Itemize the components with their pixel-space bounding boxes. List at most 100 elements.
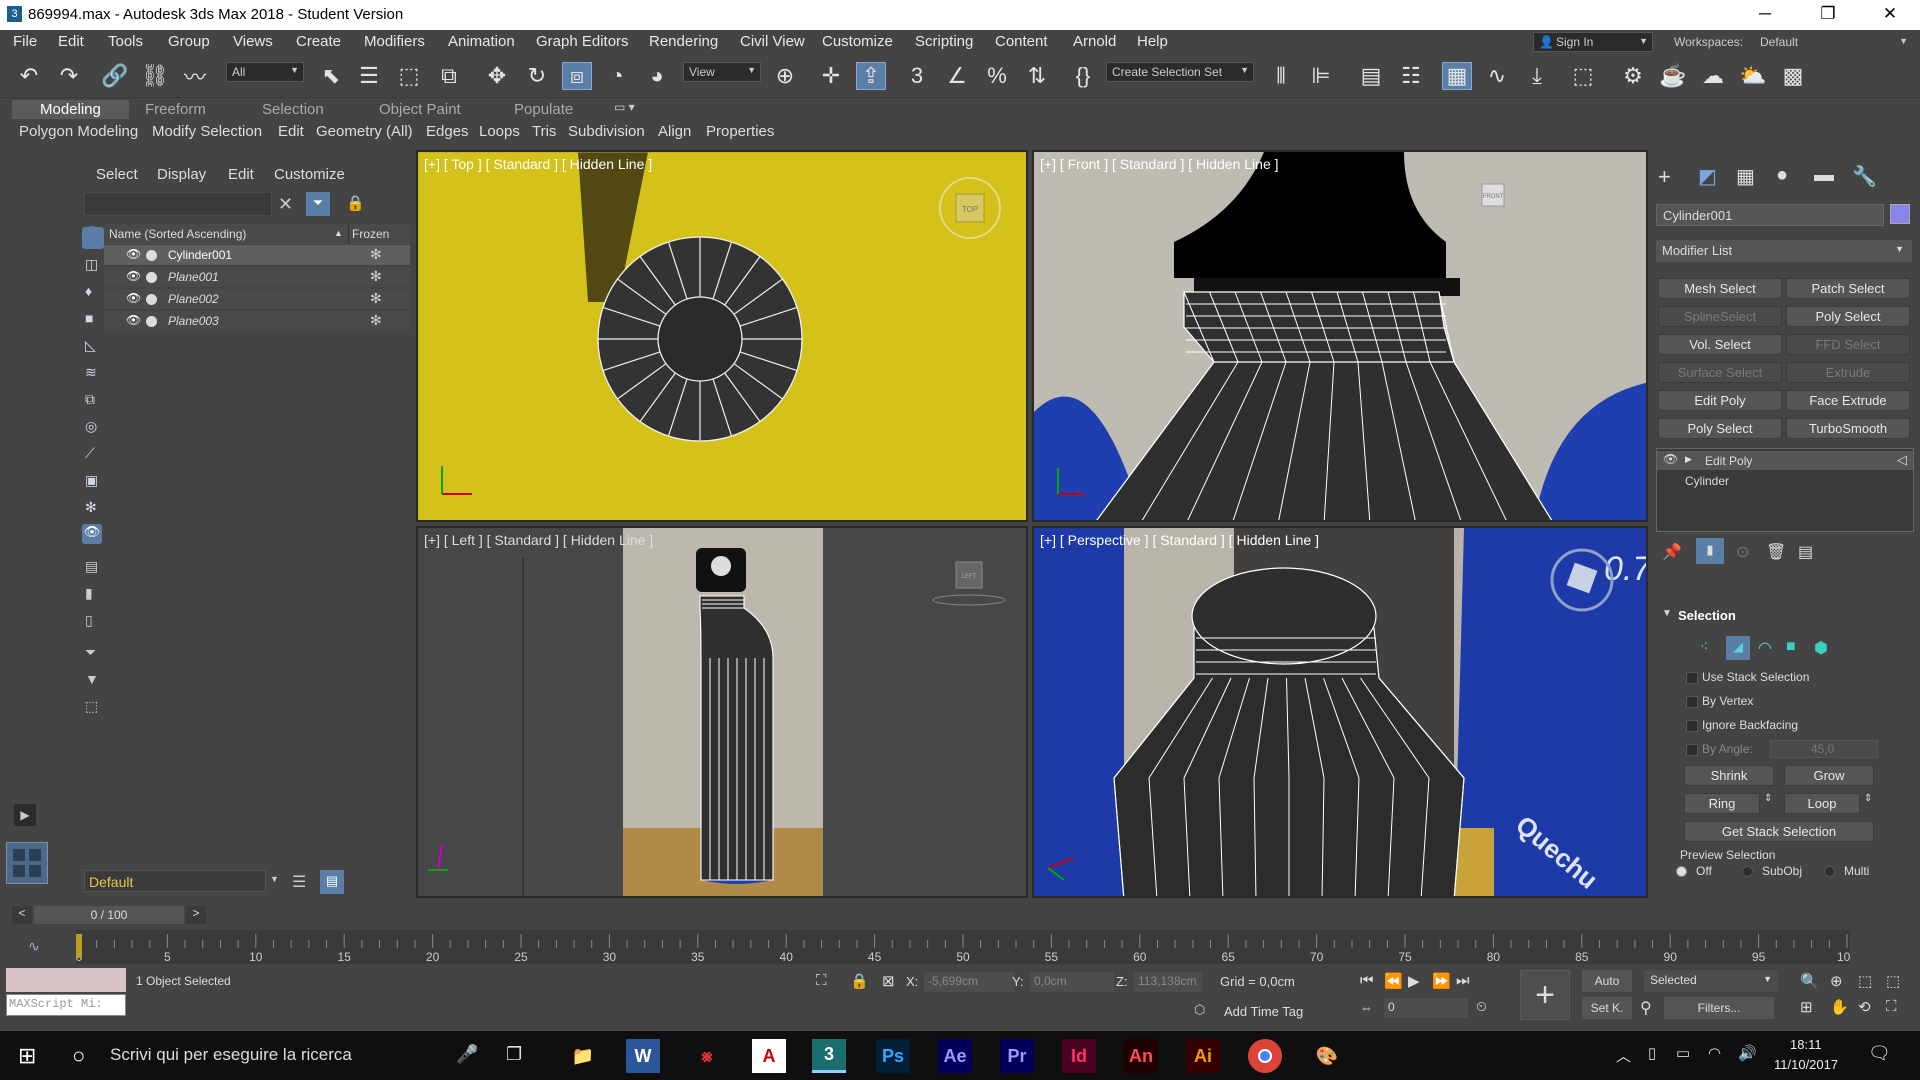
stack-item-cylinder[interactable]: Cylinder — [1685, 474, 1729, 488]
snaps-toggle-icon[interactable]: 3 — [902, 62, 932, 90]
panel-polygon-modeling[interactable]: Polygon Modeling — [19, 123, 138, 140]
menu-help[interactable]: Help — [1137, 33, 1168, 50]
maxscript-listener-pink[interactable] — [6, 968, 126, 992]
by-angle-checkbox[interactable] — [1686, 744, 1698, 756]
illustrator-icon[interactable]: Ai — [1186, 1039, 1220, 1073]
filter-all-icon[interactable]: ▼ — [85, 671, 99, 687]
window-crossing-icon[interactable]: ⧉ — [434, 62, 464, 90]
make-unique-icon[interactable]: ⊙ — [1736, 542, 1749, 562]
viewport-front[interactable]: FRONT [+] [ Front ] [ Standard ] [ Hidde… — [1032, 150, 1648, 522]
explorer-display-menu[interactable]: Display — [157, 166, 206, 183]
key-selection-dropdown[interactable]: Selected ▼ — [1644, 970, 1778, 992]
object-name-field[interactable]: Cylinder001 — [1656, 204, 1884, 226]
turbosmooth-button[interactable]: TurboSmooth — [1786, 418, 1910, 439]
viewport-label[interactable]: [+] [ Front ] [ Standard ] [ Hidden Line… — [1040, 156, 1279, 172]
time-tag-icon[interactable]: ⬡ — [1194, 1002, 1205, 1018]
xrefs-filter-icon[interactable]: ◎ — [85, 418, 97, 435]
mini-curve-editor-icon[interactable]: ∿ — [28, 938, 40, 955]
select-by-name-icon[interactable]: ☰ — [354, 62, 384, 90]
selection-lock-icon[interactable]: 🔒 — [850, 972, 869, 990]
collapse-triangle-icon[interactable]: ◁ — [1897, 452, 1907, 468]
viewport-left[interactable]: LEFT [+] [ Left ] [ Standard ] [ Hidden … — [416, 526, 1028, 898]
paint-icon[interactable]: 🎨 — [1310, 1039, 1344, 1073]
after-effects-icon[interactable]: Ae — [938, 1039, 972, 1073]
render-dot-icon[interactable] — [146, 250, 157, 261]
groups-filter-icon[interactable]: ⧉ — [85, 391, 95, 408]
panel-properties[interactable]: Properties — [706, 123, 774, 140]
panel-subdivision[interactable]: Subdivision — [568, 123, 645, 140]
toggle-layer-explorer-icon[interactable]: ☷ — [1396, 62, 1426, 90]
spline-select-button[interactable]: SplineSelect — [1658, 306, 1782, 327]
menu-views[interactable]: Views — [233, 33, 273, 50]
render-in-cloud-icon[interactable]: ⛅ — [1738, 62, 1768, 90]
ring-spinner-icon[interactable]: ⇕ — [1764, 793, 1772, 804]
clock-time[interactable]: 18:11 — [1790, 1037, 1822, 1052]
polygon-icon[interactable]: ■ — [1786, 638, 1796, 656]
sort-list-icon[interactable]: ▤ — [85, 558, 98, 575]
add-time-tag-label[interactable]: Add Time Tag — [1224, 1004, 1303, 1019]
freeze-icon[interactable]: ✻ — [370, 290, 382, 307]
wifi-icon[interactable]: ◠ — [1708, 1044, 1721, 1062]
patch-select-button[interactable]: Patch Select — [1786, 278, 1910, 299]
zoom-all-icon[interactable]: ⊕ — [1830, 972, 1843, 990]
bones-filter-icon[interactable]: ⟋ — [85, 445, 95, 462]
show-hidden-icons[interactable]: ︿ — [1616, 1045, 1631, 1066]
autocad-icon[interactable]: A — [752, 1039, 786, 1073]
clock-date[interactable]: 11/10/2017 — [1774, 1057, 1838, 1072]
previous-frame-icon[interactable]: ⏪ — [1384, 972, 1403, 990]
taskbar-search-text[interactable]: Scrivi qui per eseguire la ricerca — [110, 1045, 352, 1065]
play-icon[interactable]: ▶ — [1408, 972, 1420, 990]
key-mode-icon[interactable]: ⇔ — [1360, 1000, 1373, 1015]
maximize-button[interactable]: ❐ — [1800, 0, 1856, 30]
search-icon[interactable]: ○ — [72, 1043, 85, 1069]
render-dot-icon[interactable] — [146, 316, 157, 327]
animate-icon[interactable]: An — [1124, 1039, 1158, 1073]
viewport-label[interactable]: [+] [ Perspective ] [ Standard ] [ Hidde… — [1040, 532, 1319, 548]
rendered-frame-window-icon[interactable]: ☕ — [1658, 62, 1688, 90]
menu-customize[interactable]: Customize — [822, 33, 893, 50]
menu-edit[interactable]: Edit — [58, 33, 84, 50]
menu-create[interactable]: Create — [296, 33, 341, 50]
menu-file[interactable]: File — [13, 33, 37, 50]
lights-filter-icon[interactable]: ♦ — [85, 283, 92, 299]
battery-icon[interactable]: ▭ — [1676, 1044, 1690, 1062]
border-icon[interactable]: ◠ — [1758, 638, 1772, 658]
volume-icon[interactable]: 🔊 — [1738, 1044, 1757, 1062]
zoom-extents-all-icon[interactable]: ⬚ — [1886, 972, 1900, 990]
current-frame-field[interactable]: 0 — [1384, 998, 1468, 1018]
show-end-result-icon[interactable]: ▮ — [1696, 538, 1724, 564]
menu-animation[interactable]: Animation — [448, 33, 515, 50]
render-setup-icon[interactable]: ⚙ — [1618, 62, 1648, 90]
selection-rollout-header[interactable]: ▼ Selection — [1656, 606, 1914, 626]
move-icon[interactable]: ✥ — [482, 62, 512, 90]
bind-space-warp-icon[interactable]: 〰 — [180, 62, 210, 90]
shrink-button[interactable]: Shrink — [1684, 765, 1774, 786]
by-vertex-checkbox[interactable] — [1686, 696, 1698, 708]
notifications-icon[interactable]: 🗨 — [1868, 1043, 1891, 1064]
chevron-down-icon[interactable]: ▼ — [270, 874, 279, 884]
sort-white-icon[interactable]: ▮ — [85, 585, 93, 602]
hierarchy-tab-icon[interactable]: ▦ — [1736, 164, 1755, 189]
tab-object-paint[interactable]: Object Paint — [379, 101, 461, 118]
orbit-icon[interactable]: ⟲ — [1858, 998, 1871, 1016]
face-extrude-button[interactable]: Face Extrude — [1786, 390, 1910, 411]
freeze-icon[interactable]: ✻ — [370, 268, 382, 285]
menu-content[interactable]: Content — [995, 33, 1048, 50]
time-slider-marker[interactable] — [76, 934, 82, 958]
go-to-start-icon[interactable]: ⏮ — [1360, 972, 1374, 989]
menu-graph-editors[interactable]: Graph Editors — [536, 33, 629, 50]
chrome-icon[interactable] — [1248, 1039, 1282, 1073]
name-column-header[interactable]: Name (Sorted Ascending) — [109, 227, 246, 241]
motion-tab-icon[interactable]: ● — [1776, 164, 1788, 187]
viewport-perspective[interactable]: 0.75 Quechu [+] [ Perspective ] [ Standa… — [1032, 526, 1648, 898]
visibility-eye-icon[interactable]: 👁 — [126, 313, 141, 327]
visibility-eye-icon[interactable]: 👁 — [126, 291, 141, 305]
select-manipulate-icon[interactable]: ✛ — [816, 62, 846, 90]
key-filters-icon[interactable]: ⚲ — [1640, 998, 1652, 1018]
field-of-view-icon[interactable]: ⊞ — [1800, 998, 1813, 1016]
set-key-icon[interactable]: + — [1520, 970, 1570, 1020]
create-selection-set-dropdown[interactable]: Create Selection Set ▼ — [1106, 62, 1254, 82]
pan-icon[interactable]: ✋ — [1830, 998, 1849, 1016]
lock-icon[interactable]: 🔒 — [346, 194, 365, 212]
sign-in-dropdown[interactable]: 👤 Sign In ▼ — [1533, 32, 1653, 52]
